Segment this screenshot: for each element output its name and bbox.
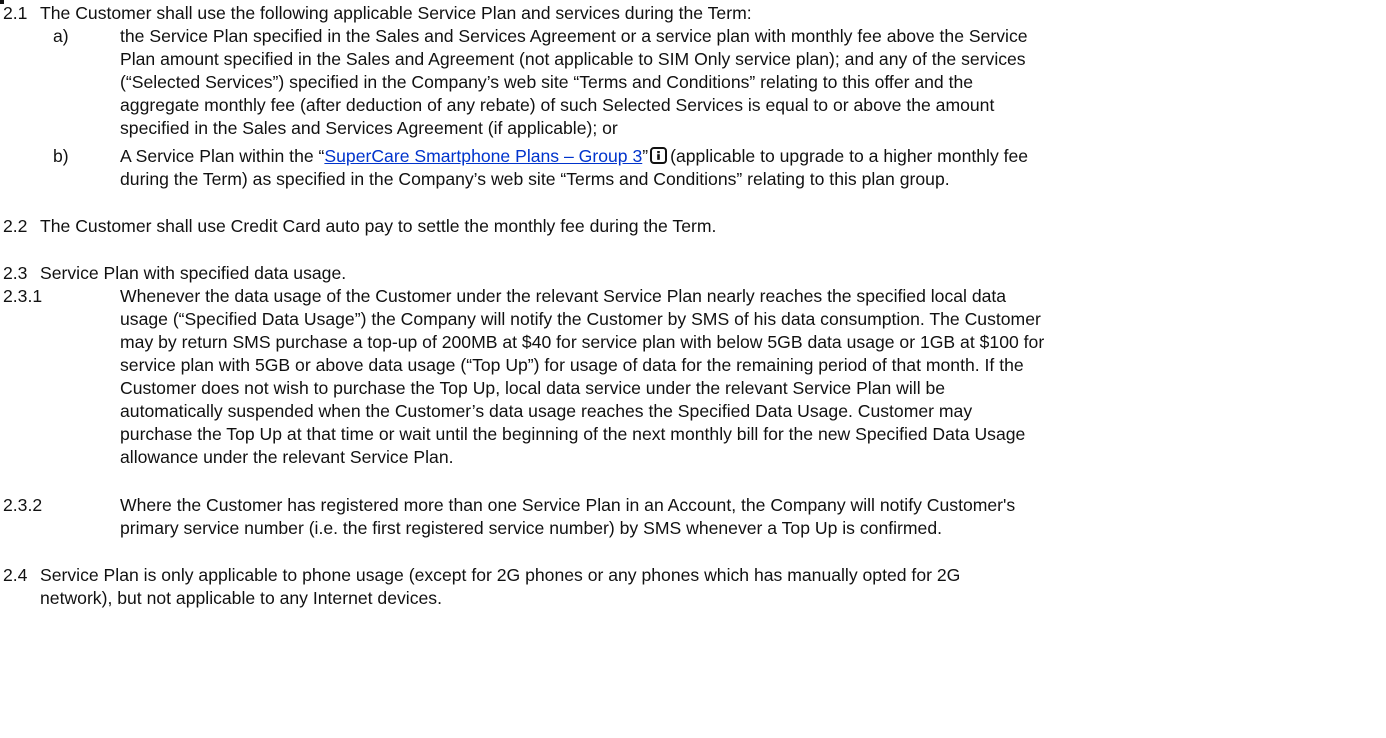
clause-2-3-1-line: Whenever the data usage of the Customer … [120, 286, 1007, 306]
clause-number-2-3: 2.3 [3, 263, 28, 283]
item-b-suffix: (applicable to upgrade to a higher month… [670, 146, 1029, 166]
clause-2-1-intro: The Customer shall use the following app… [40, 3, 752, 23]
item-a-line: aggregate monthly fee (after deduction o… [120, 95, 995, 115]
item-a-line: Plan amount specified in the Sales and A… [120, 49, 1026, 69]
clause-2-3-1-line: usage (“Specified Data Usage”) the Compa… [120, 309, 1041, 329]
clause-number-2-3-2: 2.3.2 [3, 495, 43, 515]
clause-2-3-1-line: service plan with 5GB or above data usag… [120, 355, 1024, 375]
clause-number-2-4: 2.4 [3, 565, 28, 585]
clause-2-3-1-line: Customer does not wish to purchase the T… [120, 378, 946, 398]
clause-number-2-3-1: 2.3.1 [3, 286, 43, 306]
clause-2-2-text: The Customer shall use Credit Card auto … [40, 216, 717, 236]
clause-2-3-2-line: Where the Customer has registered more t… [120, 495, 1016, 515]
item-b-close-quote: ” [642, 146, 649, 166]
clause-2-3-1-line: may by return SMS purchase a top-up of 2… [120, 332, 1045, 352]
clause-number-2-2: 2.2 [3, 216, 28, 236]
item-b-prefix: A Service Plan within the “ [120, 146, 325, 166]
clause-number-2-1: 2.1 [3, 3, 28, 23]
item-b-line-2: during the Term) as specified in the Com… [120, 169, 950, 189]
info-icon[interactable] [650, 147, 668, 164]
clause-2-3-1-line: purchase the Top Up at that time or wait… [120, 424, 1026, 444]
terms-document: 2.1 The Customer shall use the following… [0, 0, 1386, 738]
item-a-line: (“Selected Services”) specified in the C… [120, 72, 974, 92]
item-a-line: the Service Plan specified in the Sales … [120, 26, 1028, 46]
clause-2-3-1-line: automatically suspended when the Custome… [120, 401, 973, 421]
item-b-line-1: A Service Plan within the “SuperCare Sma… [120, 145, 1028, 167]
item-b-label: b) [53, 146, 69, 166]
clause-2-3-text: Service Plan with specified data usage. [40, 263, 347, 283]
clause-2-3-2-line: primary service number (i.e. the first r… [120, 518, 943, 538]
clause-2-3-1-line: allowance under the relevant Service Pla… [120, 447, 454, 467]
item-a-label: a) [53, 26, 69, 46]
item-a-line: specified in the Sales and Services Agre… [120, 118, 618, 138]
clause-2-4-line: network), but not applicable to any Inte… [40, 588, 442, 608]
clause-2-4-line: Service Plan is only applicable to phone… [40, 565, 961, 585]
plan-group-link[interactable]: SuperCare Smartphone Plans – Group 3 [324, 146, 642, 166]
